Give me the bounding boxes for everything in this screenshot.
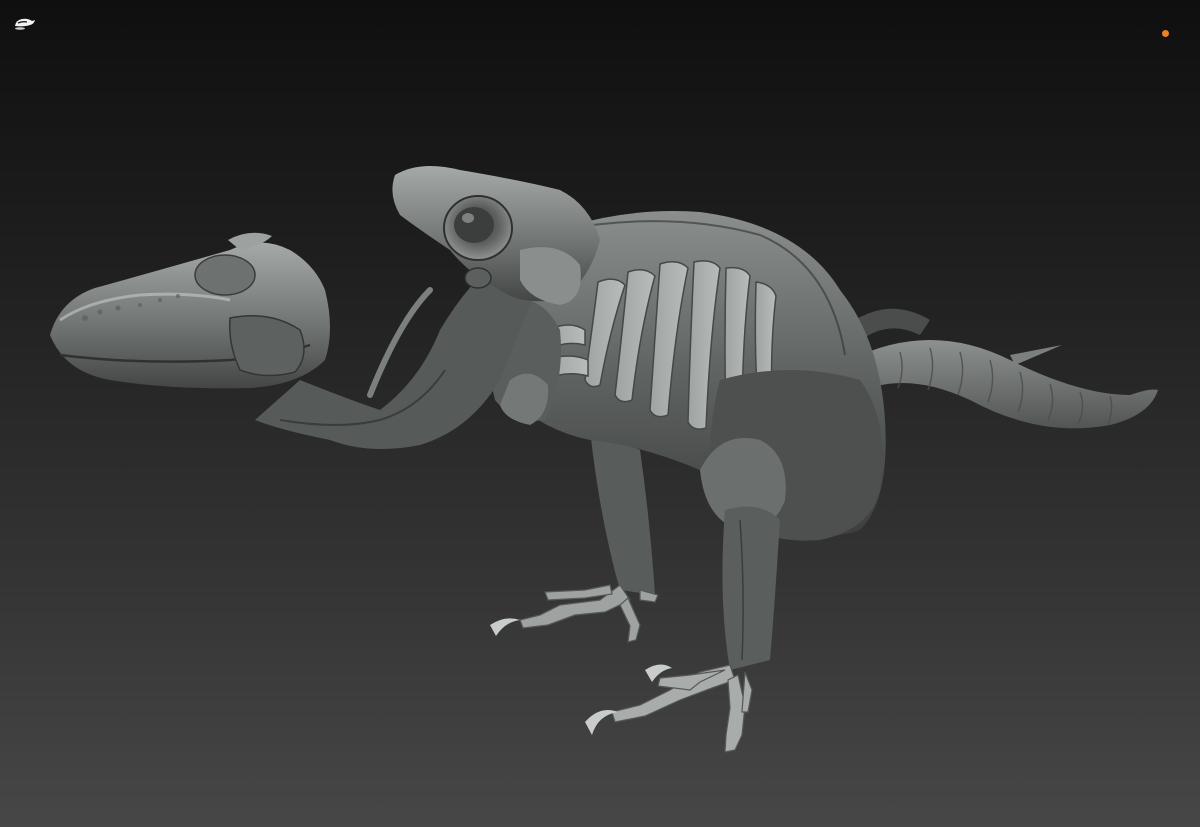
tail-spike [1010, 345, 1062, 365]
nostril [464, 267, 492, 289]
3d-viewport-canvas[interactable] [0, 0, 1200, 827]
far-foot [519, 584, 659, 643]
tail [850, 340, 1158, 429]
sculpt-model-dinosaur[interactable] [0, 0, 1200, 827]
shin [722, 506, 780, 670]
far-leg-thigh [590, 430, 655, 595]
near-foot [611, 664, 753, 753]
eye-socket [443, 195, 513, 261]
